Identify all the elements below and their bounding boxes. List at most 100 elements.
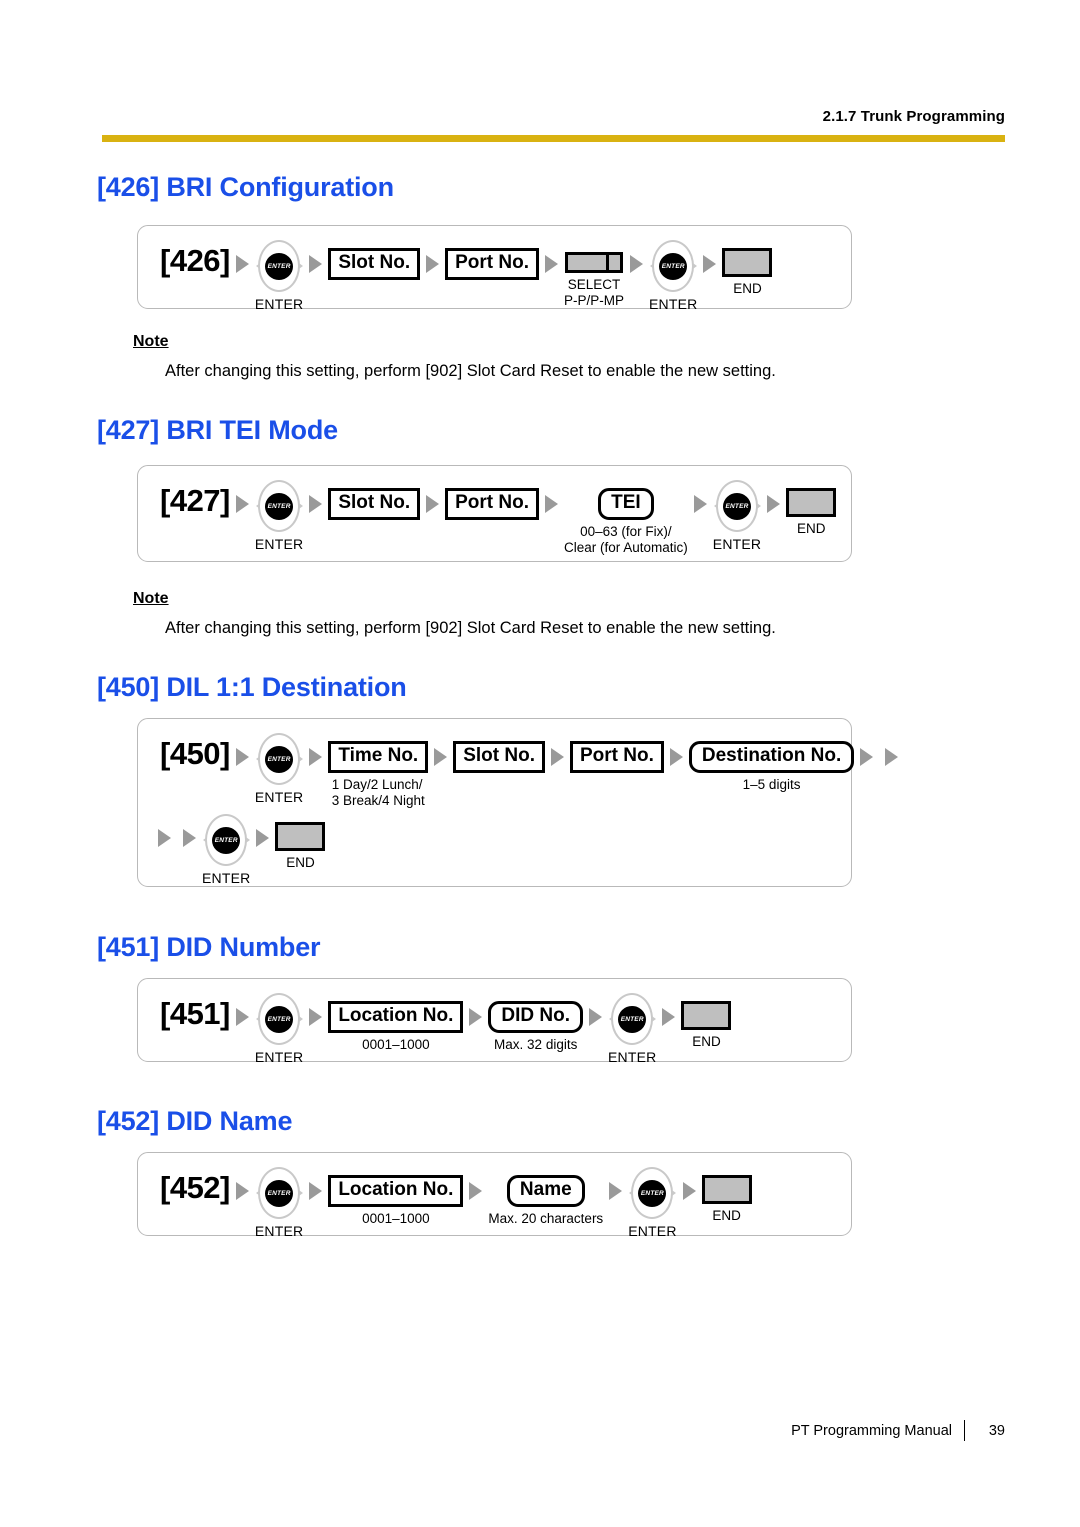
step-navigator-key[interactable]: ENTER ENTER [628,1167,676,1239]
step-arrow [235,1167,249,1200]
step-navigator-key[interactable]: ENTER ENTER [255,480,303,552]
navigator-enter-text: ENTER [267,1016,291,1023]
step-caption: 1 Day/2 Lunch/3 Break/4 Night [332,777,425,809]
step-navigator-key[interactable]: ENTER ENTER [255,993,303,1065]
program-code-label: [450] [160,736,230,771]
step-select-button[interactable]: SELECT P-P/P-MP [564,240,624,309]
arrow-right-icon [235,1008,249,1026]
step-key-location-no[interactable]: Location No. 0001–1000 [328,1167,464,1227]
end-button[interactable] [701,1175,752,1204]
step-arrow [693,480,707,513]
step-key-slot-no[interactable]: Slot No. [328,480,421,520]
note-label-426: Note [133,333,169,350]
step-end-button[interactable]: END [275,814,326,871]
arrow-right-icon [545,255,558,273]
key-box[interactable]: Location No. [328,1001,464,1033]
step-navigator-key[interactable]: ENTER ENTER [255,1167,303,1239]
caption-line: Max. 20 characters [488,1211,604,1226]
step-end-button[interactable]: END [701,1167,752,1224]
step-arrow [469,993,483,1026]
navigator-icon[interactable]: ENTER [713,480,762,534]
footer-page-number: 39 [988,1422,1005,1439]
step-caption: SELECT P-P/P-MP [564,277,624,309]
section-title-427: [427] BRI TEI Mode [97,415,338,445]
step-key-tei[interactable]: TEI 00–63 (for Fix)/Clear (for Automatic) [564,480,688,556]
note-text-426: After changing this setting, perform [90… [165,362,776,380]
step-navigator-key[interactable]: ENTER ENTER [713,480,761,552]
navigator-enter-text: ENTER [267,1190,291,1197]
key-box[interactable]: Slot No. [453,741,545,773]
caption-line: Max. 32 digits [494,1037,578,1052]
arrow-right-icon [183,829,196,847]
step-arrow [551,733,564,766]
step-end-button[interactable]: END [681,993,732,1050]
step-caption: 0001–1000 [362,1037,430,1053]
step-navigator-key[interactable]: ENTER ENTER [255,240,303,312]
arrow-right-icon [256,829,270,847]
step-key-time-no[interactable]: Time No. 1 Day/2 Lunch/3 Break/4 Night [328,733,429,809]
key-box[interactable]: Port No. [570,741,664,773]
key-box[interactable]: DID No. [488,1001,583,1033]
navigator-caption: ENTER [254,296,304,312]
navigator-icon[interactable]: ENTER [255,993,304,1047]
navigator-icon[interactable]: ENTER [649,240,698,294]
key-box[interactable]: Slot No. [328,488,421,520]
key-box[interactable]: Time No. [328,741,429,773]
end-button[interactable] [275,822,326,851]
key-box[interactable]: Location No. [328,1175,464,1207]
program-code-label: [451] [160,996,230,1031]
step-key-destination-no[interactable]: Destination No. 1–5 digits [688,733,855,793]
key-box[interactable]: Slot No. [328,248,421,280]
navigator-icon[interactable]: ENTER [628,1167,677,1221]
step-navigator-key[interactable]: ENTER ENTER [649,240,697,312]
key-box[interactable]: Port No. [445,488,539,520]
arrow-right-icon [309,748,323,766]
step-key-port-no[interactable]: Port No. [445,480,539,520]
step-end-button[interactable]: END [722,240,773,297]
step-arrow [630,240,644,273]
arrow-right-icon [235,1182,249,1200]
step-arrow [309,993,323,1026]
step-arrow [235,733,249,766]
navigator-icon[interactable]: ENTER [255,480,304,534]
step-key-location-no[interactable]: Location No. 0001–1000 [328,993,464,1053]
navigator-enter-text: ENTER [640,1190,664,1197]
step-key-port-no[interactable]: Port No. [570,733,664,773]
navigator-icon[interactable]: ENTER [608,993,657,1047]
navigator-icon[interactable]: ENTER [202,814,251,868]
navigator-enter-text: ENTER [267,756,291,763]
end-button[interactable] [722,248,773,277]
footer-manual-title: PT Programming Manual [791,1422,952,1439]
end-button[interactable] [681,1001,732,1030]
step-key-slot-no[interactable]: Slot No. [328,240,421,280]
step-program-code: [452] [160,1167,230,1205]
step-key-port-no[interactable]: Port No. [445,240,539,280]
navigator-enter-text: ENTER [267,503,291,510]
arrow-right-icon [682,1182,696,1200]
step-key-did-no[interactable]: DID No. Max. 32 digits [488,993,583,1053]
key-box[interactable]: Port No. [445,248,539,280]
key-box[interactable]: Name [506,1175,585,1207]
step-end-button[interactable]: END [786,480,837,537]
step-arrow [158,814,171,847]
footer-divider [964,1420,965,1441]
key-box[interactable]: Destination No. [688,741,855,773]
step-navigator-key[interactable]: ENTER ENTER [202,814,250,886]
step-navigator-key[interactable]: ENTER ENTER [608,993,656,1065]
step-key-name[interactable]: Name Max. 20 characters [488,1167,603,1227]
caption-line: 0001–1000 [362,1037,430,1052]
end-button[interactable] [786,488,837,517]
navigator-hub: ENTER [723,493,752,520]
step-key-slot-no[interactable]: Slot No. [453,733,545,773]
step-arrow [183,814,196,847]
navigator-icon[interactable]: ENTER [255,240,304,294]
arrow-right-icon [589,1008,602,1026]
step-caption: 00–63 (for Fix)/Clear (for Automatic) [564,524,688,556]
select-button[interactable] [565,252,623,273]
arrow-right-icon [235,495,249,513]
arrow-right-icon [434,748,448,766]
navigator-icon[interactable]: ENTER [255,1167,304,1221]
navigator-icon[interactable]: ENTER [255,733,304,787]
step-navigator-key[interactable]: ENTER ENTER [255,733,303,805]
key-box[interactable]: TEI [598,488,654,520]
